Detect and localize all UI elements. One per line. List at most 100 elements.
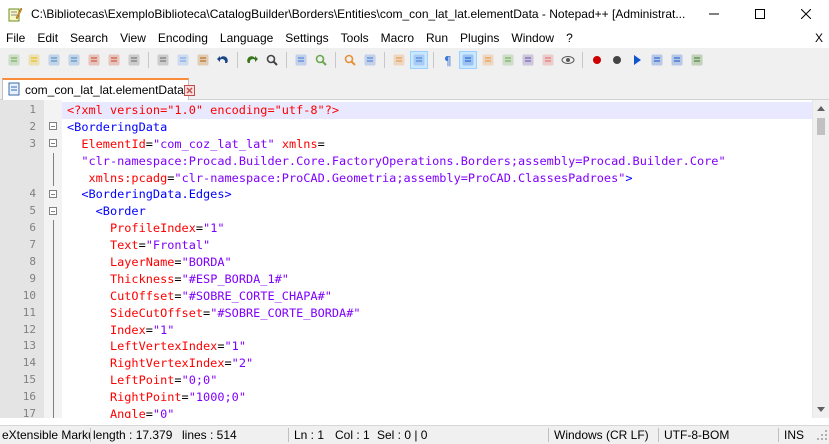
indent-guide-button[interactable]	[459, 51, 477, 69]
code-line[interactable]: 1 <?xml version="1.0" encoding="utf-8"?>	[0, 102, 812, 119]
maximize-button[interactable]	[737, 0, 783, 28]
close-button[interactable]	[86, 52, 102, 68]
sync-vertical-button[interactable]	[362, 52, 378, 68]
code-line[interactable]: 12 Index="1"	[0, 321, 812, 339]
editor-area[interactable]: 1 <?xml version="1.0" encoding="utf-8"?> 2…	[0, 100, 829, 418]
user-language-button[interactable]	[480, 52, 496, 68]
scroll-thumb[interactable]	[817, 118, 825, 135]
menu-run[interactable]: Run	[420, 28, 454, 48]
vertical-scrollbar[interactable]	[812, 100, 829, 418]
code-line[interactable]: 17 Angle="0"	[0, 406, 812, 418]
replace-button[interactable]	[293, 52, 309, 68]
code-line[interactable]: xmlns:pcadg="clr-namespace:ProCAD.Geomet…	[0, 169, 812, 187]
code-line[interactable]: 8 LayerName="BORDA"	[0, 254, 812, 271]
code-line[interactable]: 4 <BorderingData.Edges>	[0, 186, 812, 203]
cut-button[interactable]	[155, 52, 171, 68]
open-file-button[interactable]	[26, 52, 42, 68]
code-token: CutOffset	[109, 288, 175, 303]
save-all-button[interactable]	[66, 52, 82, 68]
tab-com-con-lat-lat[interactable]: com_con_lat_lat.elementData	[2, 78, 195, 100]
code-line[interactable]: 3 ElementId="com_coz_lat_lat" xmlns=	[0, 136, 812, 153]
menu-plugins[interactable]: Plugins	[454, 28, 505, 48]
print-button[interactable]	[126, 52, 142, 68]
save-macro-button[interactable]	[669, 52, 685, 68]
menu-tools[interactable]: Tools	[335, 28, 375, 48]
code-line[interactable]: 16 RightPoint="1000;0"	[0, 389, 812, 407]
close-all-button[interactable]	[106, 52, 122, 68]
code-line[interactable]: 13 LeftVertexIndex="1"	[0, 338, 812, 356]
code-line[interactable]: 7 Text="Frontal"	[0, 237, 812, 255]
zoom-out-button[interactable]	[342, 52, 358, 68]
code-token: =	[224, 356, 232, 371]
code-token: Index	[109, 322, 146, 337]
save-button[interactable]	[46, 52, 62, 68]
scroll-down-icon[interactable]	[813, 401, 829, 418]
line-number: 15	[22, 373, 36, 387]
code-line[interactable]: 10 CutOffset="#SOBRE_CORTE_CHAPA#"	[0, 287, 812, 305]
code-line[interactable]: 2 <BorderingData	[0, 119, 812, 136]
monitoring-button[interactable]	[560, 52, 576, 68]
resize-grip-icon[interactable]	[816, 429, 828, 441]
code-token: <?xml version="1.0" encoding="utf-8"?>	[67, 103, 340, 117]
window-title: C:\Bibliotecas\ExemploBiblioteca\Catalog…	[31, 7, 686, 21]
plugin-button[interactable]	[689, 52, 705, 68]
fold-guide-line	[53, 152, 54, 170]
copy-button[interactable]	[175, 52, 191, 68]
menu-file[interactable]: File	[0, 28, 31, 48]
redo-button[interactable]	[244, 52, 260, 68]
code-lines[interactable]: 1 <?xml version="1.0" encoding="utf-8"?> 2…	[0, 102, 812, 418]
code-text: LeftVertexIndex="1"	[67, 338, 246, 355]
show-all-chars-button[interactable]: ¶	[440, 52, 456, 68]
sync-horizontal-button[interactable]	[391, 52, 407, 68]
menu-window[interactable]: Window	[505, 28, 560, 48]
zoom-in-button[interactable]	[313, 52, 329, 68]
find-button[interactable]	[264, 52, 280, 68]
menu-search[interactable]: Search	[64, 28, 114, 48]
menu-help[interactable]: ?	[560, 28, 579, 48]
svg-text:¶: ¶	[444, 54, 452, 67]
undo-button[interactable]	[215, 52, 231, 68]
fold-toggle-icon[interactable]	[49, 189, 57, 198]
fold-guide-line	[53, 355, 54, 373]
close-window-button[interactable]	[783, 0, 829, 28]
tab-bar: com_con_lat_lat.elementData	[0, 72, 829, 100]
code-line[interactable]: "clr-namespace:Procad.Builder.Core.Facto…	[0, 152, 812, 170]
run-macro-multiple-button[interactable]	[649, 52, 665, 68]
tab-close-icon[interactable]	[183, 84, 195, 96]
function-list-button[interactable]	[520, 52, 536, 68]
fold-toggle-icon[interactable]	[49, 122, 57, 131]
status-bar: eXtensible Marku length : 17.379 lines :…	[0, 425, 829, 444]
fold-toggle-icon[interactable]	[49, 139, 57, 148]
menu-language[interactable]: Language	[214, 28, 279, 48]
menu-encoding[interactable]: Encoding	[152, 28, 214, 48]
scroll-up-icon[interactable]	[813, 100, 829, 117]
code-line[interactable]: 9 Thickness="#ESP_BORDA_1#"	[0, 270, 812, 288]
folder-workspace-button[interactable]	[540, 52, 556, 68]
toolbar-separator	[335, 52, 336, 68]
menu-view[interactable]: View	[114, 28, 152, 48]
fold-toggle-icon[interactable]	[49, 206, 57, 215]
close-icon	[88, 54, 100, 66]
code-line[interactable]: 14 RightVertexIndex="2"	[0, 355, 812, 373]
code-line[interactable]: 6 ProfileIndex="1"	[0, 220, 812, 238]
code-line[interactable]: 15 LeftPoint="0;0"	[0, 372, 812, 390]
close-document-button[interactable]: X	[815, 28, 823, 48]
menu-macro[interactable]: Macro	[375, 28, 420, 48]
paste-button[interactable]	[195, 52, 211, 68]
line-number: 9	[29, 271, 36, 285]
menu-edit[interactable]: Edit	[31, 28, 64, 48]
new-file-button[interactable]	[6, 52, 22, 68]
stop-record-button[interactable]	[609, 52, 625, 68]
doc-map-button[interactable]	[500, 52, 516, 68]
status-length: length : 17.379	[93, 428, 173, 442]
record-macro-button[interactable]	[589, 52, 605, 68]
notepadpp-app-icon[interactable]	[7, 6, 23, 22]
play-macro-button[interactable]	[629, 52, 645, 68]
line-number: 7	[29, 238, 36, 252]
word-wrap-button[interactable]	[410, 51, 428, 69]
menu-settings[interactable]: Settings	[279, 28, 334, 48]
code-line[interactable]: 11 SideCutOffset="#SOBRE_CORTE_BORDA#"	[0, 304, 812, 322]
minimize-button[interactable]	[691, 0, 737, 28]
code-line[interactable]: 5 <Border	[0, 203, 812, 220]
